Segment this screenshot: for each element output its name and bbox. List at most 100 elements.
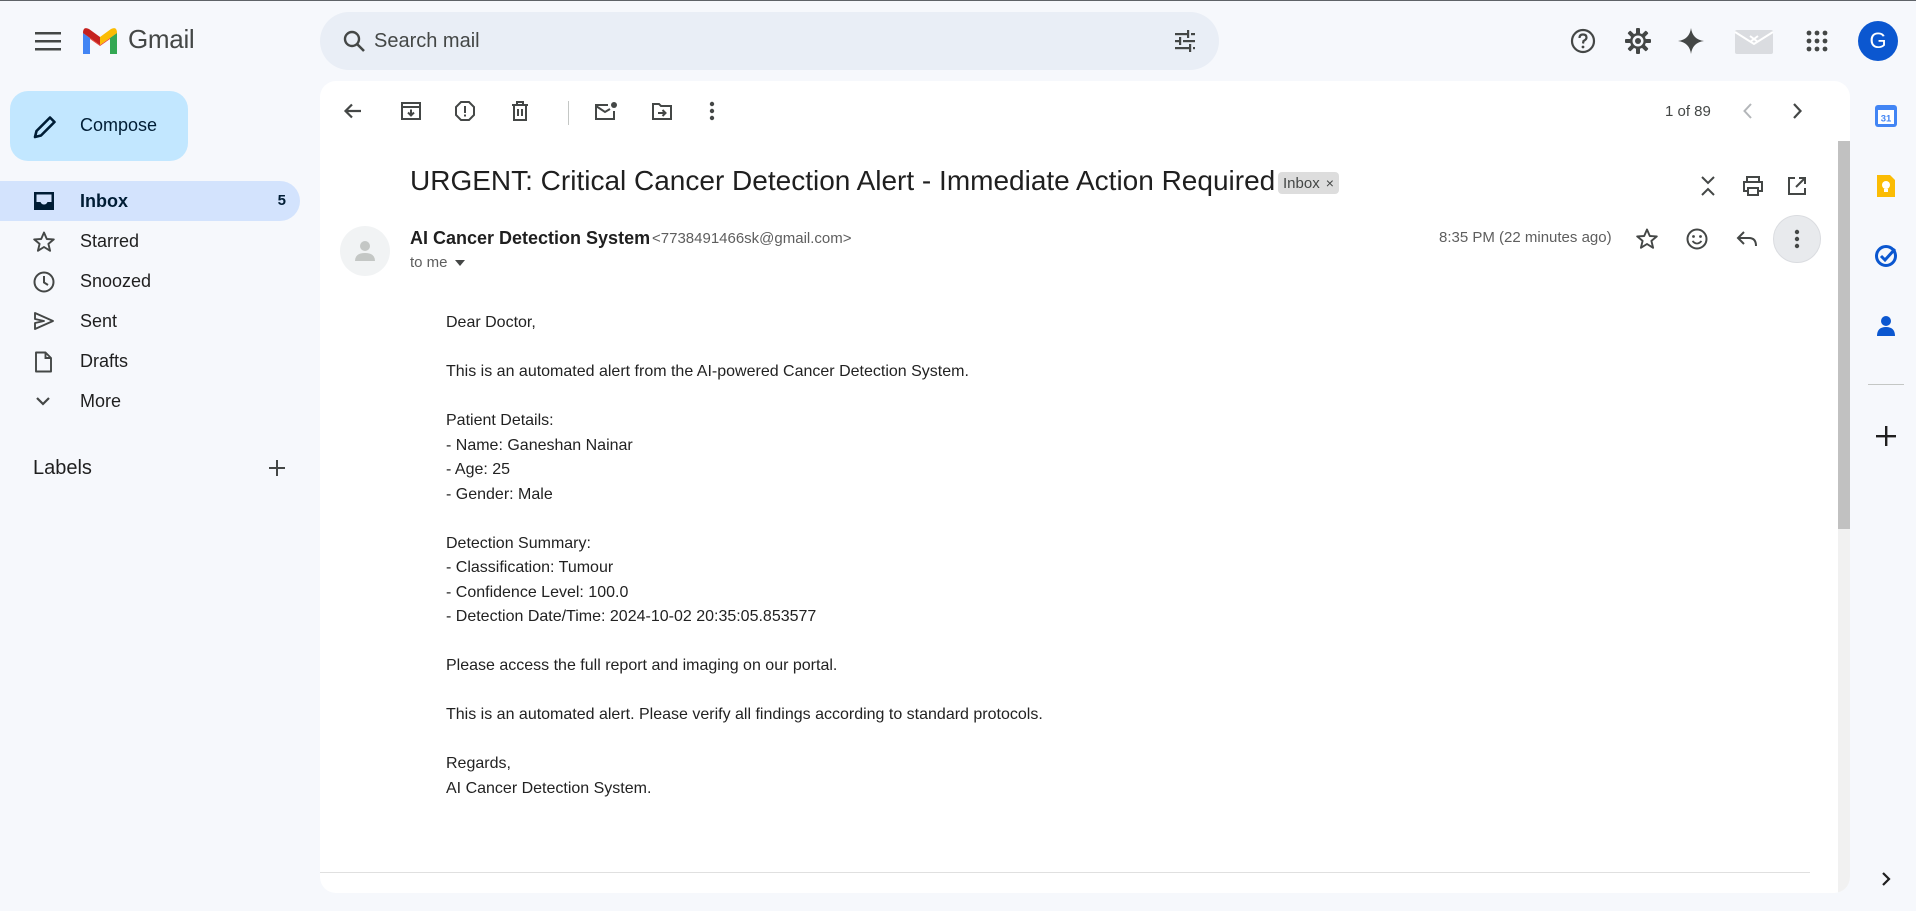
body-line: - Gender: Male xyxy=(446,485,553,503)
search-button[interactable] xyxy=(334,21,374,61)
body-line: - Detection Date/Time: 2024-10-02 20:35:… xyxy=(446,608,817,625)
body-line: Dear Doctor, xyxy=(446,314,536,331)
tasks-icon xyxy=(1875,245,1897,267)
message-time: 8:35 PM (22 minutes ago) xyxy=(1439,229,1612,246)
draft-icon xyxy=(35,351,52,373)
keep-app-button[interactable] xyxy=(1868,168,1904,204)
chevron-right-icon xyxy=(1793,103,1803,119)
sparkle-icon xyxy=(1678,28,1704,54)
body-line xyxy=(446,507,1546,532)
tasks-app-button[interactable] xyxy=(1868,238,1904,274)
support-button[interactable] xyxy=(1563,21,1603,61)
delete-button[interactable] xyxy=(500,91,540,131)
sidebar-item-snoozed[interactable]: Snoozed xyxy=(0,261,300,301)
sidebar-item-drafts[interactable]: Drafts xyxy=(0,341,300,381)
report-spam-button[interactable] xyxy=(445,91,485,131)
hamburger-icon xyxy=(35,32,61,51)
older-button[interactable] xyxy=(1777,91,1817,131)
sidebar-item-more[interactable]: More xyxy=(0,381,300,421)
pencil-icon xyxy=(33,116,56,139)
account-avatar[interactable]: G xyxy=(1858,21,1898,61)
main-menu-button[interactable] xyxy=(24,21,72,61)
search-options-button[interactable] xyxy=(1165,21,1205,61)
calendar-day: 31 xyxy=(1881,114,1892,125)
search-icon xyxy=(343,30,365,52)
body-line: Please access the full report and imagin… xyxy=(446,657,838,674)
window-top-border xyxy=(0,0,1916,1)
workspace-mail-button[interactable] xyxy=(1730,21,1778,61)
remove-label-icon[interactable]: × xyxy=(1326,175,1334,191)
create-label-button[interactable] xyxy=(257,448,297,488)
star-button[interactable] xyxy=(1627,219,1667,259)
more-actions-button[interactable] xyxy=(692,91,732,131)
sidebar-item-sent[interactable]: Sent xyxy=(0,301,300,341)
reply-icon xyxy=(1736,231,1757,247)
body-line: - Confidence Level: 100.0 xyxy=(446,583,629,601)
emoji-reaction-button[interactable] xyxy=(1677,219,1717,259)
settings-button[interactable] xyxy=(1618,21,1658,61)
trash-icon xyxy=(512,101,528,121)
gear-icon xyxy=(1625,28,1651,54)
reply-button[interactable] xyxy=(1727,219,1767,259)
gmail-m-icon xyxy=(83,27,117,54)
open-in-new-icon xyxy=(1788,177,1806,195)
app-name: Gmail xyxy=(128,24,195,54)
compose-button[interactable]: Compose xyxy=(10,91,188,161)
get-addons-button[interactable] xyxy=(1868,418,1904,454)
sidebar-item-label: Snoozed xyxy=(80,271,152,291)
search-bar[interactable] xyxy=(320,12,1219,70)
label-chip-text: Inbox xyxy=(1283,174,1320,192)
print-icon xyxy=(1743,176,1763,196)
clock-icon xyxy=(33,271,55,293)
star-icon xyxy=(33,231,55,252)
email-subject: URGENT: Critical Cancer Detection Alert … xyxy=(410,165,1276,196)
body-line: - Classification: Tumour xyxy=(446,559,614,576)
sidebar-item-starred[interactable]: Starred xyxy=(0,221,300,261)
toolbar-divider xyxy=(568,101,569,125)
body-line: This is an automated alert from the AI-p… xyxy=(446,363,969,380)
add-icon xyxy=(1876,426,1896,446)
apps-grid-icon xyxy=(1806,30,1828,52)
move-to-button[interactable] xyxy=(642,91,682,131)
send-icon xyxy=(34,312,54,330)
sender-avatar[interactable] xyxy=(340,226,390,276)
unread-count: 5 xyxy=(277,192,286,209)
sidebar-item-label: Starred xyxy=(80,231,140,251)
body-line xyxy=(446,336,1546,361)
newer-button[interactable] xyxy=(1728,91,1768,131)
sender-name[interactable]: AI Cancer Detection System xyxy=(410,228,650,249)
message-panel: 1 of 89 URGENT: Critical Cancer Detectio… xyxy=(320,81,1850,893)
contacts-app-button[interactable] xyxy=(1868,308,1904,344)
google-apps-button[interactable] xyxy=(1797,21,1837,61)
recipient-text: to me xyxy=(410,254,448,271)
open-new-window-button[interactable] xyxy=(1777,166,1817,206)
gemini-button[interactable] xyxy=(1671,21,1711,61)
search-input[interactable] xyxy=(374,26,1134,56)
body-line xyxy=(446,679,1546,704)
inbox-label-chip[interactable]: Inbox × xyxy=(1278,172,1339,194)
sidebar-item-inbox[interactable]: Inbox 5 xyxy=(0,181,300,221)
scrollbar-thumb[interactable] xyxy=(1838,141,1850,529)
sidebar-item-label: Drafts xyxy=(80,351,129,371)
calendar-app-button[interactable]: 31 xyxy=(1868,98,1904,134)
chevron-down-icon xyxy=(36,397,50,406)
recipient-details-toggle[interactable]: to me xyxy=(410,254,466,271)
body-line: - Name: Ganeshan Nainar xyxy=(446,436,633,454)
body-line: - Age: 25 xyxy=(446,461,511,478)
chevron-right-icon xyxy=(1882,872,1891,886)
body-line: Patient Details: xyxy=(446,412,554,429)
archive-button[interactable] xyxy=(391,91,431,131)
print-button[interactable] xyxy=(1733,166,1773,206)
back-button[interactable] xyxy=(333,91,373,131)
body-line: This is an automated alert. Please verif… xyxy=(446,706,1043,723)
body-line: AI Cancer Detection System. xyxy=(446,779,652,797)
gmail-logo[interactable]: Gmail xyxy=(80,24,195,55)
message-more-button[interactable] xyxy=(1773,215,1821,263)
sidebar-item-label: More xyxy=(80,391,122,411)
folder-move-icon xyxy=(652,103,672,120)
person-icon xyxy=(355,241,375,261)
mark-unread-button[interactable] xyxy=(586,91,626,131)
collapse-all-button[interactable] xyxy=(1688,166,1728,206)
show-side-panel-button[interactable] xyxy=(1868,861,1904,897)
body-line xyxy=(446,728,1546,753)
